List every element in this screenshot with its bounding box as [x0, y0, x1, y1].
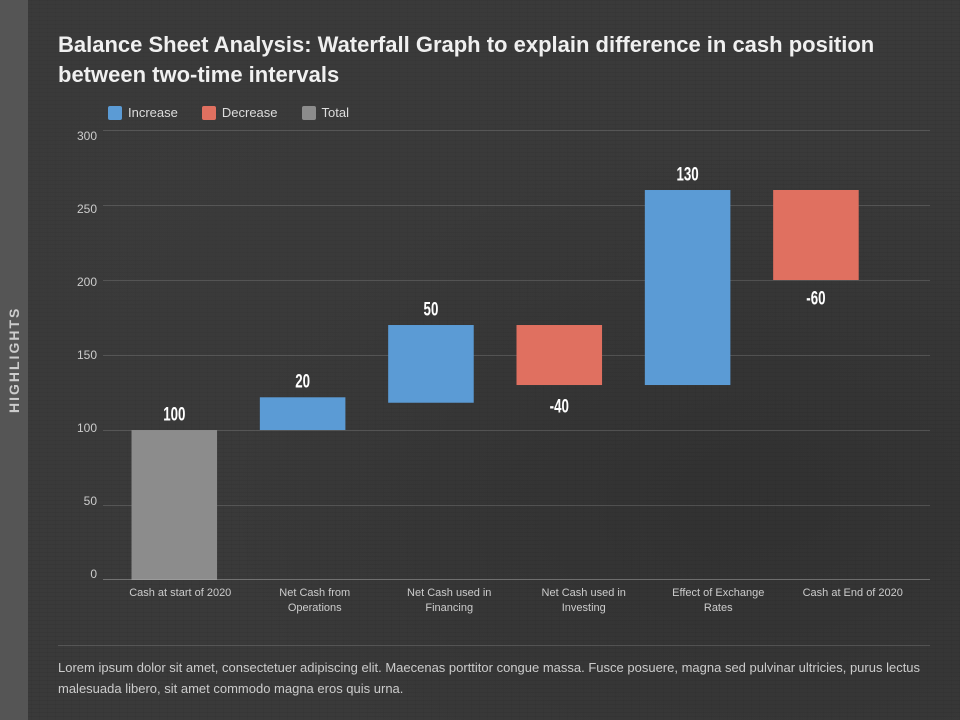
sidebar-label: Highlights: [6, 307, 22, 413]
legend-color-increase: [108, 106, 122, 120]
bar-investing: [517, 325, 603, 385]
x-label-financing: Net Cash used in Financing: [394, 580, 504, 625]
bar-operations: [260, 398, 346, 431]
y-label-50: 50: [84, 495, 97, 507]
legend-label-increase: Increase: [128, 105, 178, 120]
chart-area: 300 250 200 150 100 50 0: [58, 130, 930, 625]
legend-item-decrease: Decrease: [202, 105, 278, 120]
y-label-100: 100: [77, 422, 97, 434]
x-label-operations: Net Cash from Operations: [260, 580, 370, 625]
x-label-cash-start: Cash at start of 2020: [125, 580, 235, 625]
x-label-exchange: Effect of Exchange Rates: [663, 580, 773, 625]
y-label-250: 250: [77, 203, 97, 215]
x-label-investing: Net Cash used in Investing: [529, 580, 639, 625]
y-axis: 300 250 200 150 100 50 0: [58, 130, 103, 625]
page-title: Balance Sheet Analysis: Waterfall Graph …: [58, 30, 908, 89]
bar-cash-start: [132, 430, 218, 580]
bar-value-end: -60: [806, 289, 825, 310]
y-label-200: 200: [77, 276, 97, 288]
x-labels: Cash at start of 2020 Net Cash from Oper…: [103, 580, 930, 625]
main-content: Balance Sheet Analysis: Waterfall Graph …: [28, 0, 960, 720]
footer-text: Lorem ipsum dolor sit amet, consectetuer…: [58, 645, 930, 700]
bar-exchange: [645, 190, 731, 385]
bar-value-cash-start: 100: [163, 405, 185, 426]
bar-value-exchange: 130: [677, 165, 699, 186]
legend-item-increase: Increase: [108, 105, 178, 120]
legend-color-total: [302, 106, 316, 120]
bar-value-financing: 50: [424, 300, 439, 321]
bar-financing: [388, 325, 474, 403]
y-label-150: 150: [77, 349, 97, 361]
bar-end: [773, 190, 859, 280]
x-label-end: Cash at End of 2020: [798, 580, 908, 625]
legend-label-total: Total: [322, 105, 349, 120]
bar-value-operations: 20: [295, 372, 310, 393]
legend-color-decrease: [202, 106, 216, 120]
chart-body: 100 20 50 -40 130: [103, 130, 930, 625]
y-label-300: 300: [77, 130, 97, 142]
chart-legend: Increase Decrease Total: [108, 105, 930, 120]
legend-item-total: Total: [302, 105, 349, 120]
legend-label-decrease: Decrease: [222, 105, 278, 120]
bar-value-investing: -40: [550, 396, 569, 417]
y-label-0: 0: [90, 568, 97, 580]
sidebar: Highlights: [0, 0, 28, 720]
chart-svg: 100 20 50 -40 130: [103, 130, 930, 580]
